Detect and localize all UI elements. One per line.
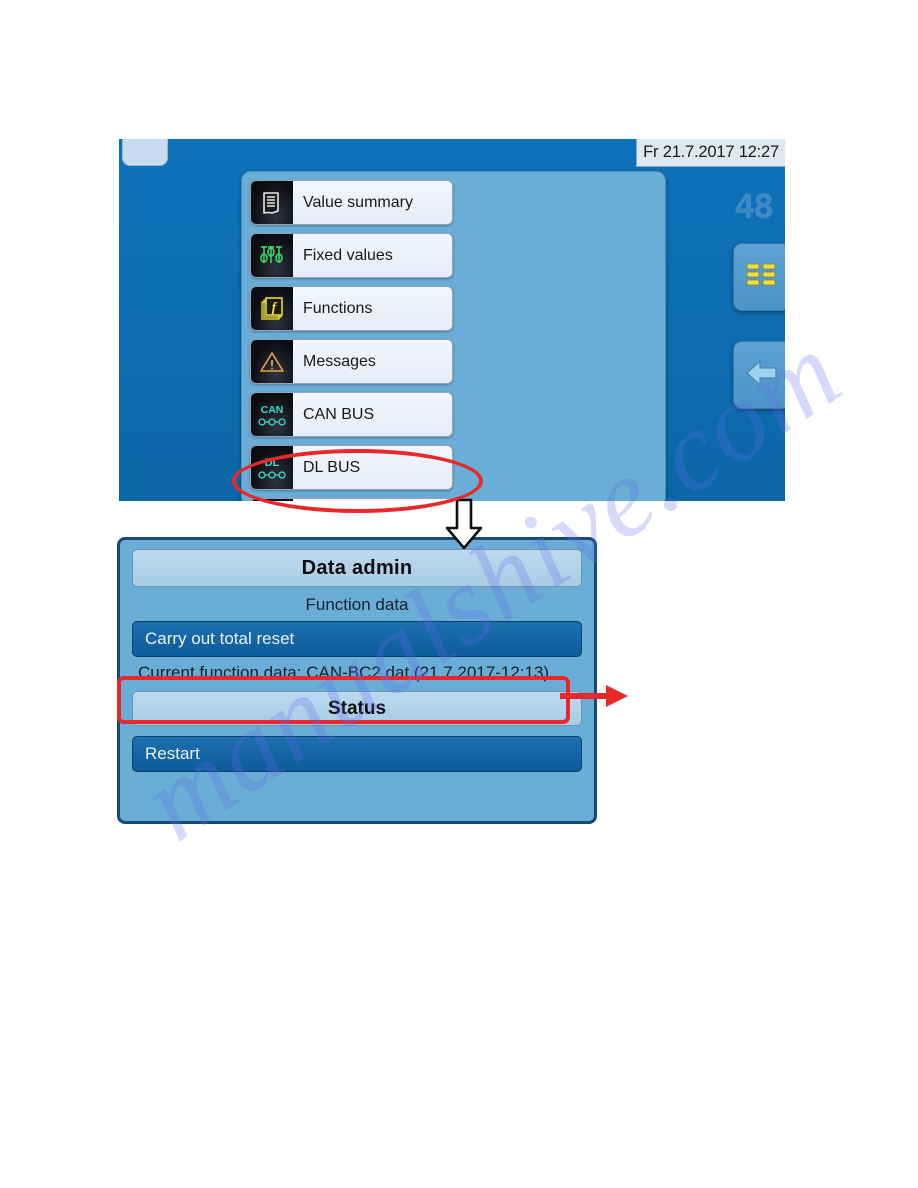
menu-item-m-bus[interactable]: M M-Bus [250, 498, 453, 501]
dl-bus-icon: DL [251, 446, 293, 489]
left-corner-tab[interactable] [122, 139, 168, 166]
m-bus-icon: M [251, 499, 293, 501]
menu-item-dl-bus[interactable]: DL DL BUS [250, 445, 453, 490]
callout-right-arrow [560, 681, 630, 716]
svg-text:DL: DL [265, 457, 280, 469]
grid-menu-icon [745, 260, 779, 295]
carry-out-total-reset-button[interactable]: Carry out total reset [132, 621, 582, 657]
back-button[interactable] [733, 341, 785, 409]
flow-down-arrow [443, 498, 485, 555]
menu-item-label: Value summary [293, 181, 452, 224]
menu-grid: Value summary Fixed values f Functions M… [250, 180, 657, 501]
document-list-icon [251, 181, 293, 224]
menu-item-label: Functions [293, 287, 452, 330]
menu-item-functions[interactable]: f Functions [250, 286, 453, 331]
page-number-label: 48 [735, 187, 773, 225]
warning-triangle-icon [251, 340, 293, 383]
dialog-spacer [132, 726, 582, 736]
menu-item-value-summary[interactable]: Value summary [250, 180, 453, 225]
menu-item-fixed-values[interactable]: Fixed values [250, 233, 453, 278]
menu-item-label: M-Bus [293, 499, 452, 501]
svg-text:CAN: CAN [261, 404, 284, 416]
menu-item-messages[interactable]: Messages [250, 339, 453, 384]
data-admin-dialog: Data admin Function data Carry out total… [117, 537, 597, 824]
menu-item-label: CAN BUS [293, 393, 452, 436]
restart-button[interactable]: Restart [132, 736, 582, 772]
can-bus-icon: CAN [251, 393, 293, 436]
controller-home-screen: Fr 21.7.2017 12:27 48 Value summary Fixe… [119, 139, 785, 501]
menu-item-label: Messages [293, 340, 452, 383]
datetime-display: Fr 21.7.2017 12:27 [636, 139, 785, 167]
main-menu-panel: Value summary Fixed values f Functions M… [241, 171, 666, 501]
function-f-icon: f [251, 287, 293, 330]
menu-item-label: Fixed values [293, 234, 452, 277]
grid-menu-button[interactable] [733, 243, 785, 311]
menu-item-label: DL BUS [293, 446, 452, 489]
current-function-data-value: Current function data: CAN-BC2.dat (21.7… [138, 663, 550, 682]
back-arrow-icon [744, 357, 780, 394]
menu-item-can-bus[interactable]: CAN CAN BUS [250, 392, 453, 437]
dialog-section-label: Function data [305, 595, 409, 614]
sliders-icon [251, 234, 293, 277]
status-header: Status [132, 691, 582, 726]
dialog-title: Data admin [132, 549, 582, 587]
